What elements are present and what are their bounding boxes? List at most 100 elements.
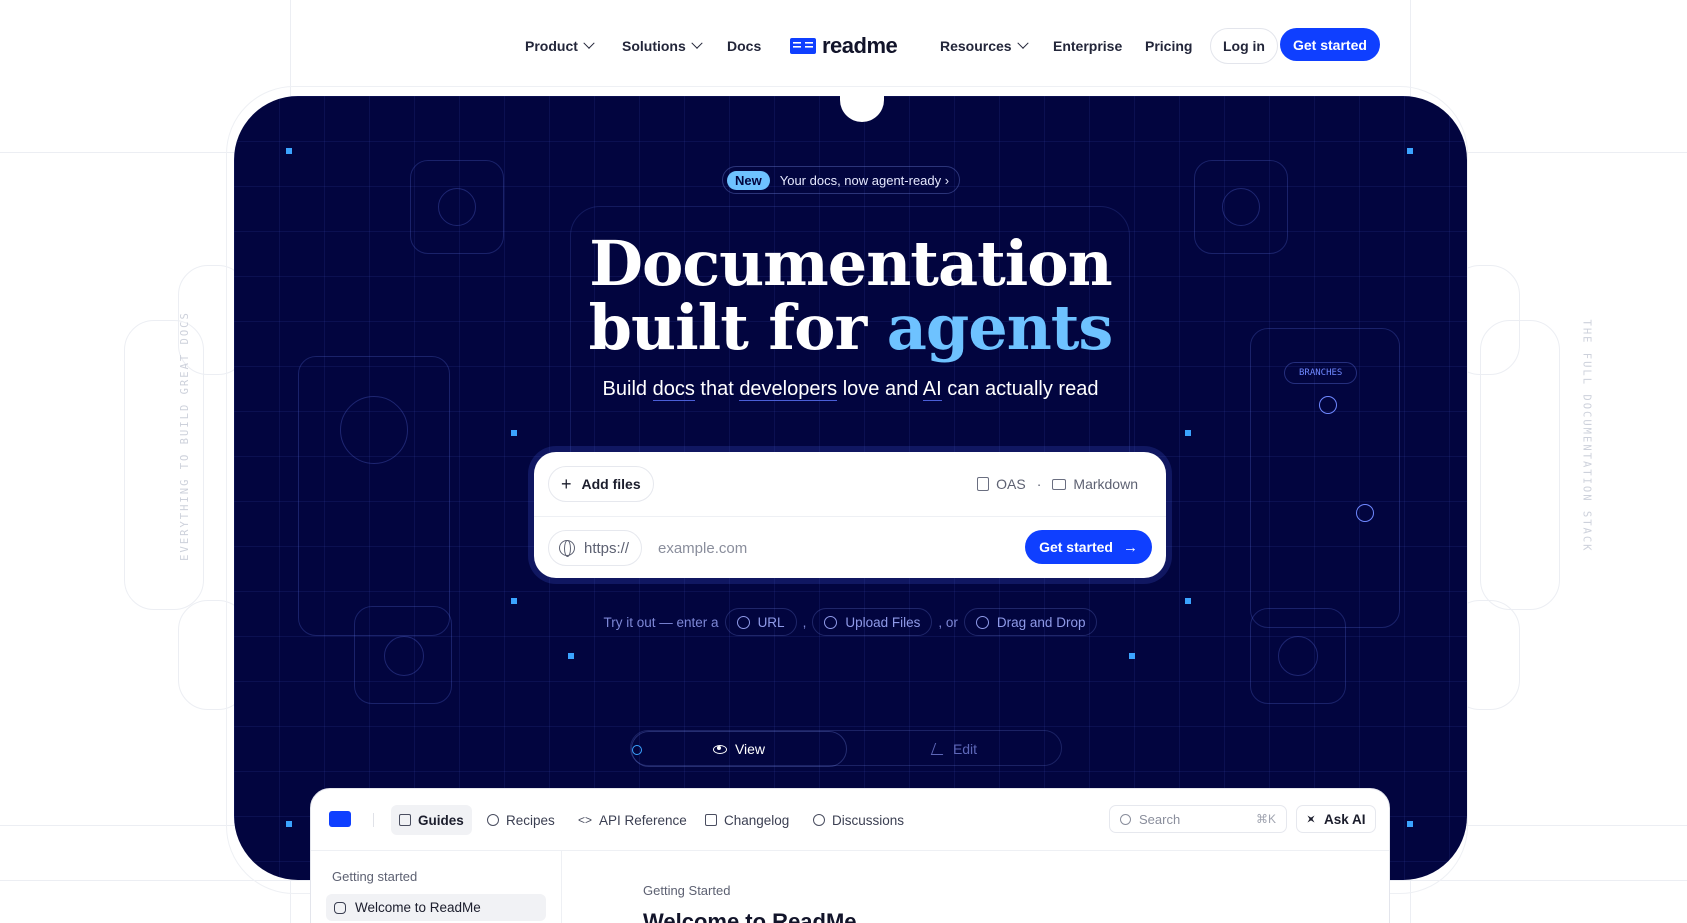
try-it-or: , or <box>938 614 958 630</box>
import-card: + Add files OAS · Markdown https:// Get … <box>534 452 1166 578</box>
tab-guides-label: Guides <box>418 812 464 828</box>
page-title: Welcome to ReadMe <box>643 909 857 923</box>
markdown-icon <box>1052 478 1067 490</box>
deco-circle <box>340 396 408 464</box>
deco-dot <box>1129 653 1135 659</box>
tab-discussions[interactable]: Discussions <box>805 805 912 835</box>
arrow-right-icon: → <box>1123 538 1138 556</box>
nav-enterprise[interactable]: Enterprise <box>1053 28 1122 64</box>
url-chip-label: URL <box>757 614 785 630</box>
nav-solutions-label: Solutions <box>622 38 686 54</box>
deco-circle <box>438 188 476 226</box>
hero: BRANCHES New Your docs, now agent-ready … <box>234 96 1467 880</box>
submit-url-button[interactable]: Get started → <box>1025 530 1152 564</box>
supported-formats: OAS · Markdown <box>977 466 1138 502</box>
tab-api-reference[interactable]: <> API Reference <box>570 805 695 835</box>
deco-dot <box>1407 821 1413 827</box>
add-files-button[interactable]: + Add files <box>548 466 654 502</box>
headline-accent: agents <box>886 291 1114 364</box>
app-logo-icon[interactable] <box>329 811 351 827</box>
eye-icon <box>712 744 727 754</box>
url-input[interactable] <box>658 530 958 566</box>
deco-dot <box>511 598 517 604</box>
subtitle-part: that <box>694 378 740 400</box>
headline-prefix: built for <box>588 291 887 364</box>
protocol-select[interactable]: https:// <box>548 530 643 566</box>
app-search[interactable]: Search ⌘K <box>1109 805 1287 833</box>
top-nav: Product Solutions Docs readme Resources … <box>0 28 1687 64</box>
hero-subtitle: Build docs that developers love and AI c… <box>234 378 1467 401</box>
chevron-down-icon <box>1016 37 1029 49</box>
chevron-down-icon <box>583 37 595 49</box>
subtitle-part: Build <box>602 378 653 400</box>
readme-logo[interactable]: readme <box>790 28 898 64</box>
nav-product[interactable]: Product <box>525 28 595 64</box>
view-label: View <box>734 741 766 757</box>
side-caption-left: EVERYTHING TO BUILD GREAT DOCS <box>178 311 191 561</box>
deco-dot <box>286 821 292 827</box>
get-started-button[interactable]: Get started <box>1280 28 1380 61</box>
format-oas: OAS <box>996 476 1026 492</box>
view-edit-toggle: View Edit <box>630 730 1063 767</box>
app-topbar: Guides Recipes <> API Reference Changelo… <box>311 789 1389 851</box>
docs-app-preview: Guides Recipes <> API Reference Changelo… <box>310 788 1390 923</box>
nav-pricing-label: Pricing <box>1145 38 1193 54</box>
view-tab[interactable]: View <box>631 731 847 767</box>
subtitle-part: can actually read <box>941 378 1099 400</box>
globe-icon <box>559 540 575 557</box>
tab-guides[interactable]: Guides <box>391 805 472 835</box>
subtitle-part: love and <box>837 378 923 400</box>
subtitle-part: developers <box>739 378 838 401</box>
format-separator: · <box>1036 476 1042 492</box>
nav-enterprise-label: Enterprise <box>1053 38 1123 54</box>
drag-drop-chip[interactable]: Drag and Drop <box>963 608 1098 636</box>
plus-icon: + <box>561 474 572 494</box>
megaphone-icon <box>705 814 717 826</box>
tab-changelog[interactable]: Changelog <box>697 805 797 835</box>
hand-icon <box>975 615 989 629</box>
ask-ai-button[interactable]: Ask AI <box>1296 805 1376 833</box>
app-sidebar: Getting started Welcome to ReadMe <box>311 851 562 923</box>
sidebar-item-welcome[interactable]: Welcome to ReadMe <box>326 894 546 921</box>
announcement-pill[interactable]: New Your docs, now agent-ready › <box>722 166 961 194</box>
try-it-row: Try it out — enter a URL , Upload Files … <box>234 608 1467 636</box>
nav-solutions[interactable]: Solutions <box>622 28 703 64</box>
card-url-row: https:// Get started → <box>548 530 1152 566</box>
recipes-icon <box>487 814 499 826</box>
side-caption-right: THE FULL DOCUMENTATION STACK <box>1580 319 1593 553</box>
nav-pricing[interactable]: Pricing <box>1145 28 1192 64</box>
edit-tab[interactable]: Edit <box>847 731 1063 767</box>
ghost-outline <box>124 320 204 610</box>
tab-changelog-label: Changelog <box>724 812 790 828</box>
tab-recipes-label: Recipes <box>506 812 555 828</box>
submit-url-label: Get started <box>1039 539 1113 555</box>
nav-resources[interactable]: Resources <box>940 28 1029 64</box>
code-icon: <> <box>578 813 593 827</box>
announcement-text: Your docs, now agent-ready › <box>779 172 950 188</box>
subtitle-part: AI <box>922 378 942 401</box>
deco-ring <box>632 745 642 755</box>
upload-files-chip[interactable]: Upload Files <box>812 608 933 636</box>
upload-chip-label: Upload Files <box>845 614 921 630</box>
try-it-prefix: Try it out — enter a <box>603 614 719 630</box>
try-it-comma: , <box>802 614 807 630</box>
login-button[interactable]: Log in <box>1210 28 1278 64</box>
deco-dot <box>1407 148 1413 154</box>
app-divider <box>373 813 374 827</box>
sidebar-heading: Getting started <box>332 869 418 884</box>
search-shortcut: ⌘K <box>1255 812 1276 826</box>
headline-line-2: built for agents <box>234 296 1467 360</box>
nav-docs[interactable]: Docs <box>727 28 761 64</box>
deco-dot <box>568 653 574 659</box>
headline-line-1: Documentation <box>589 227 1113 300</box>
drag-chip-label: Drag and Drop <box>996 614 1086 630</box>
nav-resources-label: Resources <box>940 38 1012 54</box>
url-chip[interactable]: URL <box>724 608 797 636</box>
branch-node <box>1356 504 1374 522</box>
document-icon <box>399 814 411 826</box>
deco-circle <box>384 636 424 676</box>
file-icon <box>977 477 990 491</box>
tab-recipes[interactable]: Recipes <box>479 805 563 835</box>
search-placeholder: Search <box>1139 811 1181 827</box>
deco-dot <box>511 430 517 436</box>
